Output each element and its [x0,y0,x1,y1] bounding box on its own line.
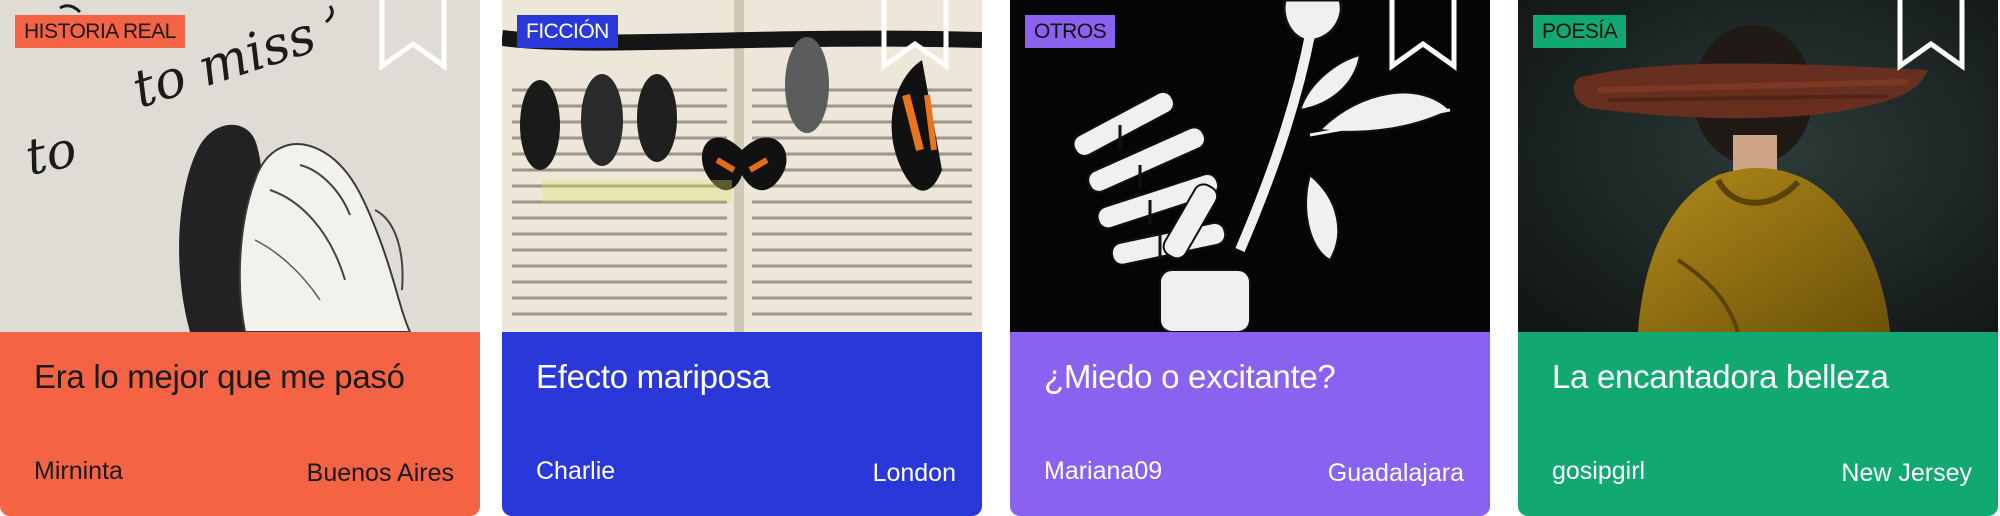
card-footer: Era lo mejor que me pasó Mirninta Buenos… [0,332,480,516]
story-card[interactable]: OTROS ¿Miedo o excitante? Mariana09 Guad… [1010,0,1490,516]
author-city: Buenos Aires [306,459,454,487]
author-city: Guadalajara [1327,459,1464,487]
author-name[interactable]: Mariana09 [1044,456,1162,486]
story-title[interactable]: ¿Miedo o excitante? [1044,356,1470,398]
category-tag[interactable]: POESÍA [1533,15,1627,48]
bookmark-icon[interactable] [1388,0,1458,72]
story-card[interactable]: POESÍA La encantadora belleza gosipgirl … [1518,0,1998,516]
author-name[interactable]: Charlie [536,456,615,486]
story-cards: to miss to HISTORIA REAL Era lo mejor qu… [0,0,2000,516]
bookmark-icon[interactable] [378,0,448,72]
card-footer: La encantadora belleza gosipgirl New Jer… [1518,332,1998,516]
card-footer: Efecto mariposa Charlie London [502,332,982,516]
story-title[interactable]: La encantadora belleza [1552,356,1978,398]
author-city: London [872,459,956,487]
author-city: New Jersey [1841,459,1972,487]
category-tag[interactable]: HISTORIA REAL [15,15,185,48]
story-title[interactable]: Efecto mariposa [536,356,962,398]
author-name[interactable]: Mirninta [34,456,123,486]
author-name[interactable]: gosipgirl [1552,456,1645,486]
story-title[interactable]: Era lo mejor que me pasó [34,356,460,398]
card-footer: ¿Miedo o excitante? Mariana09 Guadalajar… [1010,332,1490,516]
story-card[interactable]: to miss to HISTORIA REAL Era lo mejor qu… [0,0,480,516]
category-tag[interactable]: OTROS [1025,15,1116,48]
bookmark-icon[interactable] [1896,0,1966,72]
story-card[interactable]: FICCIÓN Efecto mariposa Charlie London [502,0,982,516]
bookmark-icon[interactable] [880,0,950,72]
category-tag[interactable]: FICCIÓN [517,15,618,48]
